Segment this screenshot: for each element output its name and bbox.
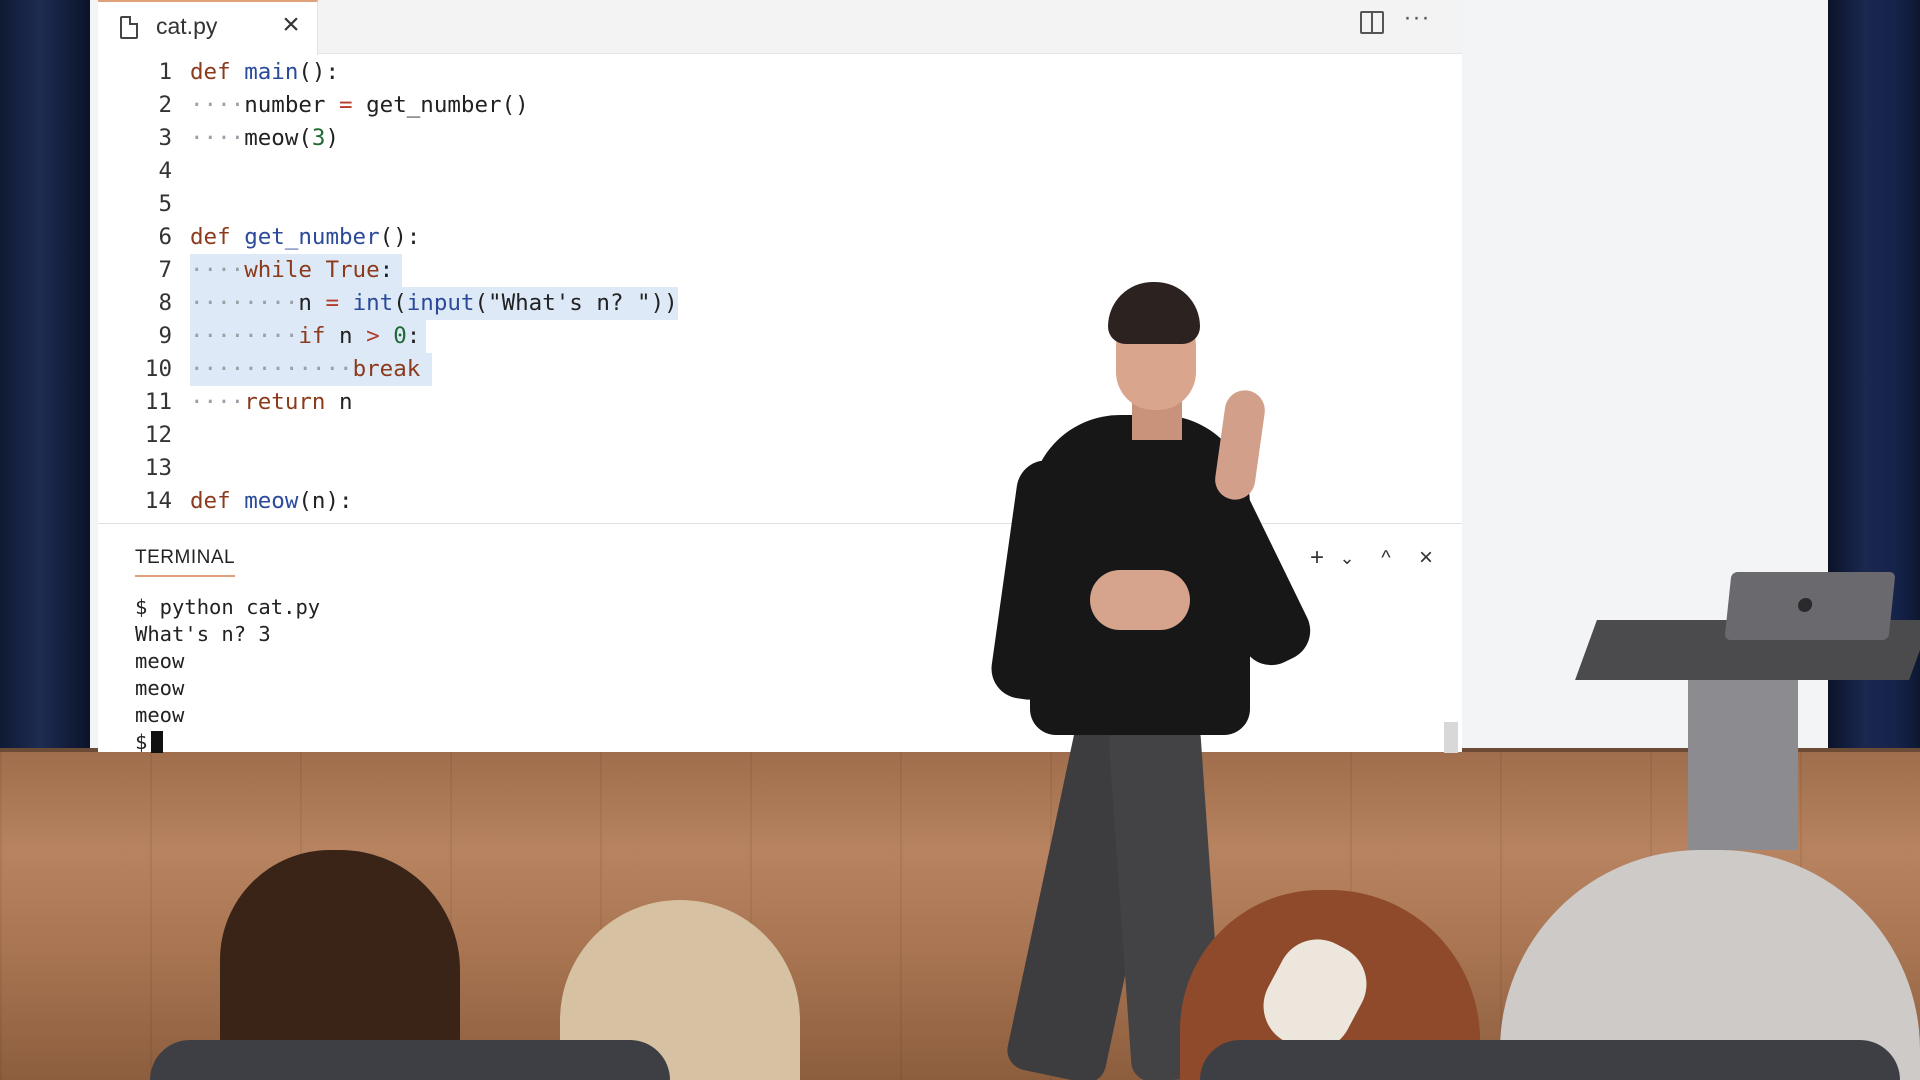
code-line: 2 ····number = get_number() <box>98 89 1462 122</box>
line-number: 4 <box>158 158 172 184</box>
presenter-raised-hand <box>1212 387 1268 503</box>
maximize-panel-icon[interactable]: ^ <box>1372 544 1400 572</box>
line-number: 9 <box>158 323 172 349</box>
file-icon <box>120 16 138 39</box>
code-text: ········if n > 0: <box>190 323 421 349</box>
line-number: 3 <box>158 125 172 151</box>
line-number: 2 <box>158 92 172 118</box>
more-actions-icon[interactable]: ··· <box>1402 4 1432 34</box>
code-text: ············break <box>190 356 421 382</box>
split-editor-icon[interactable] <box>1360 11 1384 34</box>
curtain-left <box>0 0 90 770</box>
code-text: def meow(n): <box>190 488 353 514</box>
terminal-line: meow <box>135 676 185 700</box>
audience-seat <box>150 1040 670 1080</box>
code-text: ····while True: <box>190 257 394 283</box>
terminal-line: meow <box>135 703 185 727</box>
line-number: 11 <box>144 389 172 415</box>
terminal-scrollbar[interactable] <box>1444 722 1458 753</box>
presenter-hair <box>1108 282 1200 344</box>
terminal-cursor <box>151 731 164 753</box>
code-text: def main(): <box>190 59 340 85</box>
line-number: 1 <box>158 59 172 85</box>
line-number: 10 <box>144 356 172 382</box>
code-text: ········n = int(input("What's n? ")) <box>190 290 678 316</box>
code-text: ····return n <box>190 389 353 415</box>
line-number: 14 <box>144 488 172 514</box>
tab-label: cat.py <box>156 13 218 39</box>
code-text: def get_number(): <box>190 224 421 250</box>
editor-tab-cat-py[interactable]: cat.py × <box>98 0 318 55</box>
line-number: 5 <box>158 191 172 217</box>
code-text: ····number = get_number() <box>190 92 529 118</box>
code-line: 5 <box>98 188 1462 221</box>
line-number: 6 <box>158 224 172 250</box>
code-line: 6 def get_number(): <box>98 221 1462 254</box>
terminal-line: meow <box>135 649 185 673</box>
terminal-prompt-line: $ <box>135 729 320 756</box>
audience-seat <box>1200 1040 1900 1080</box>
terminal-prompt: $ <box>135 730 148 754</box>
terminal-output[interactable]: $ python cat.py What's n? 3 meow meow me… <box>135 594 320 756</box>
presenter-hand <box>1090 570 1190 630</box>
code-text: ····meow(3) <box>190 125 340 151</box>
line-number: 7 <box>158 257 172 283</box>
terminal-line: $ python cat.py <box>135 595 321 619</box>
line-number: 8 <box>158 290 172 316</box>
editor-tab-bar: cat.py × ··· <box>98 0 1462 55</box>
close-panel-icon[interactable]: × <box>1412 544 1440 572</box>
line-number: 13 <box>144 455 172 481</box>
laptop <box>1724 572 1896 640</box>
code-line: 1 def main(): <box>98 56 1462 89</box>
code-line: 3 ····meow(3) <box>98 122 1462 155</box>
laptop-logo <box>1797 598 1813 612</box>
line-number: 12 <box>144 422 172 448</box>
terminal-tab[interactable]: TERMINAL <box>135 547 236 577</box>
close-icon[interactable]: × <box>276 10 306 40</box>
terminal-line: What's n? 3 <box>135 622 271 646</box>
podium-stand <box>1688 680 1798 850</box>
code-line: 4 <box>98 155 1462 188</box>
